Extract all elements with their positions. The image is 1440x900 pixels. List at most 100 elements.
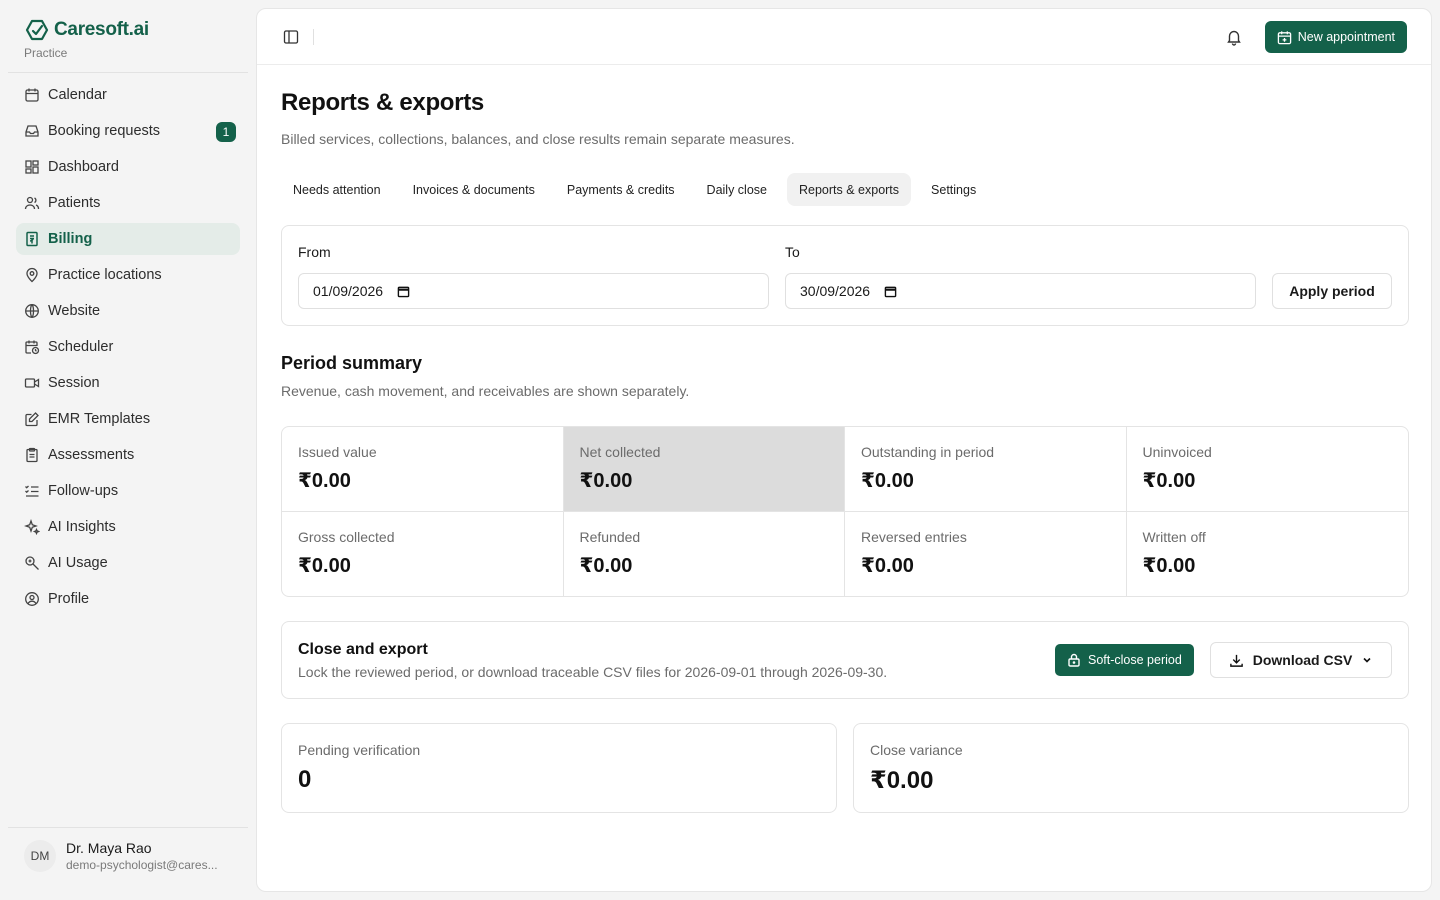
new-appointment-button[interactable]: New appointment <box>1264 21 1407 53</box>
tab-needs-attention[interactable]: Needs attention <box>281 173 393 206</box>
calendar-icon[interactable] <box>884 285 897 298</box>
sidebar-item-label: AI Insights <box>48 519 116 535</box>
close-export-title: Close and export <box>298 641 428 658</box>
metric-outstanding: Outstanding in period ₹0.00 <box>845 427 1127 512</box>
billing-tabs: Needs attention Invoices & documents Pay… <box>281 173 1409 206</box>
page-content: Reports & exports Billed services, colle… <box>281 89 1409 813</box>
sidebar-item-profile[interactable]: Profile <box>16 583 240 615</box>
new-appointment-label: New appointment <box>1297 30 1395 44</box>
lock-icon <box>1068 653 1080 667</box>
sidebar-item-label: Scheduler <box>48 339 114 355</box>
page-title: Reports & exports <box>281 89 484 116</box>
sidebar-nav: Calendar Booking requests 1 Dashboard Pa… <box>16 79 240 619</box>
sidebar-item-assessments[interactable]: Assessments <box>16 439 240 471</box>
chevron-down-icon <box>1363 657 1371 663</box>
sidebar-item-label: EMR Templates <box>48 411 151 427</box>
receipt-icon <box>24 231 40 247</box>
bell-icon[interactable] <box>1225 28 1243 46</box>
ai-usage-icon <box>24 555 40 571</box>
toolbar-divider <box>313 29 314 45</box>
brand[interactable]: Caresoft.ai Practice <box>24 18 149 60</box>
metric-label: Net collected <box>579 444 661 460</box>
apply-period-button[interactable]: Apply period <box>1272 273 1392 309</box>
metric-label: Reversed entries <box>861 529 967 545</box>
sidebar-item-label: Assessments <box>48 447 135 463</box>
edit-icon <box>24 411 40 427</box>
sidebar-item-website[interactable]: Website <box>16 295 240 327</box>
caresoft-logo-icon <box>25 19 49 41</box>
metric-value: ₹0.00 <box>298 470 351 492</box>
pending-value: 0 <box>298 766 312 793</box>
from-label: From <box>298 244 331 260</box>
tab-daily-close[interactable]: Daily close <box>695 173 779 206</box>
sidebar-item-booking-requests[interactable]: Booking requests 1 <box>16 115 240 147</box>
metric-gross-collected: Gross collected ₹0.00 <box>282 512 564 596</box>
sidebar-item-label: Profile <box>48 591 90 607</box>
soft-close-button[interactable]: Soft-close period <box>1055 644 1194 676</box>
tab-invoices-documents[interactable]: Invoices & documents <box>401 173 547 206</box>
metric-value: ₹0.00 <box>861 555 914 577</box>
sidebar-item-practice-locations[interactable]: Practice locations <box>16 259 240 291</box>
sidebar-item-label: Booking requests <box>48 123 161 139</box>
sidebar-item-ai-insights[interactable]: AI Insights <box>16 511 240 543</box>
tab-payments-credits[interactable]: Payments & credits <box>555 173 687 206</box>
sidebar-item-follow-ups[interactable]: Follow-ups <box>16 475 240 507</box>
to-date-value: 30/09/2026 <box>800 283 871 299</box>
metric-net-collected: Net collected ₹0.00 <box>563 427 845 512</box>
user-menu[interactable]: DM Dr. Maya Rao demo-psychologist@cares.… <box>24 840 218 872</box>
sidebar-toggle-icon[interactable] <box>283 29 299 45</box>
close-variance-card: Close variance ₹0.00 <box>853 723 1409 813</box>
metric-label: Refunded <box>579 529 641 545</box>
sidebar-item-label: Practice locations <box>48 267 162 283</box>
calendar-icon <box>24 87 40 103</box>
list-checks-icon <box>24 483 40 499</box>
video-icon <box>24 375 40 391</box>
sidebar-item-label: AI Usage <box>48 555 108 571</box>
sidebar-item-label: Dashboard <box>48 159 119 175</box>
sidebar-divider <box>8 827 248 828</box>
metric-value: ₹0.00 <box>579 555 633 577</box>
sidebar-item-calendar[interactable]: Calendar <box>16 79 240 111</box>
sidebar-item-scheduler[interactable]: Scheduler <box>16 331 240 363</box>
top-bar: New appointment <box>257 9 1431 65</box>
period-summary-subtitle: Revenue, cash movement, and receivables … <box>281 383 690 399</box>
sidebar-item-session[interactable]: Session <box>16 367 240 399</box>
variance-label: Close variance <box>870 742 963 758</box>
sidebar-item-emr-templates[interactable]: EMR Templates <box>16 403 240 435</box>
sidebar-item-ai-usage[interactable]: AI Usage <box>16 547 240 579</box>
user-name: Dr. Maya Rao <box>66 840 152 856</box>
sidebar-item-billing[interactable]: Billing <box>16 223 240 255</box>
close-export-description: Lock the reviewed period, or download tr… <box>298 664 888 680</box>
from-date-input[interactable]: 01/09/2026 <box>298 273 769 309</box>
sidebar-item-patients[interactable]: Patients <box>16 187 240 219</box>
metric-label: Gross collected <box>298 529 395 545</box>
download-csv-button[interactable]: Download CSV <box>1210 642 1392 678</box>
metric-value: ₹0.00 <box>1142 555 1196 577</box>
sidebar-item-label: Calendar <box>48 87 107 103</box>
tab-reports-exports[interactable]: Reports & exports <box>786 173 912 206</box>
brand-name: Caresoft.ai <box>54 19 149 40</box>
sidebar-item-dashboard[interactable]: Dashboard <box>16 151 240 183</box>
download-csv-label: Download CSV <box>1252 652 1353 668</box>
metrics-grid: Issued value ₹0.00 Net collected ₹0.00 O… <box>281 426 1409 597</box>
main-panel: New appointment Reports & exports Billed… <box>256 8 1432 892</box>
calendar-icon[interactable] <box>397 285 410 298</box>
calendar-plus-icon <box>1277 30 1291 44</box>
period-summary-title: Period summary <box>281 353 423 373</box>
metric-reversed-entries: Reversed entries ₹0.00 <box>845 512 1127 596</box>
tab-settings[interactable]: Settings <box>919 173 988 206</box>
close-export-card: Close and export Lock the reviewed perio… <box>281 621 1409 699</box>
metric-refunded: Refunded ₹0.00 <box>564 512 845 596</box>
user-email: demo-psychologist@cares... <box>66 858 218 872</box>
metric-value: ₹0.00 <box>298 555 351 577</box>
pending-label: Pending verification <box>298 742 421 758</box>
from-date-value: 01/09/2026 <box>313 283 384 299</box>
calendar-clock-icon <box>24 339 40 355</box>
metric-label: Outstanding in period <box>861 444 995 460</box>
sidebar-divider <box>8 72 248 73</box>
metric-label: Written off <box>1142 529 1206 545</box>
to-date-input[interactable]: 30/09/2026 <box>785 273 1256 309</box>
metric-label: Uninvoiced <box>1142 444 1212 460</box>
clipboard-icon <box>24 447 40 463</box>
metric-value: ₹0.00 <box>1142 470 1196 492</box>
